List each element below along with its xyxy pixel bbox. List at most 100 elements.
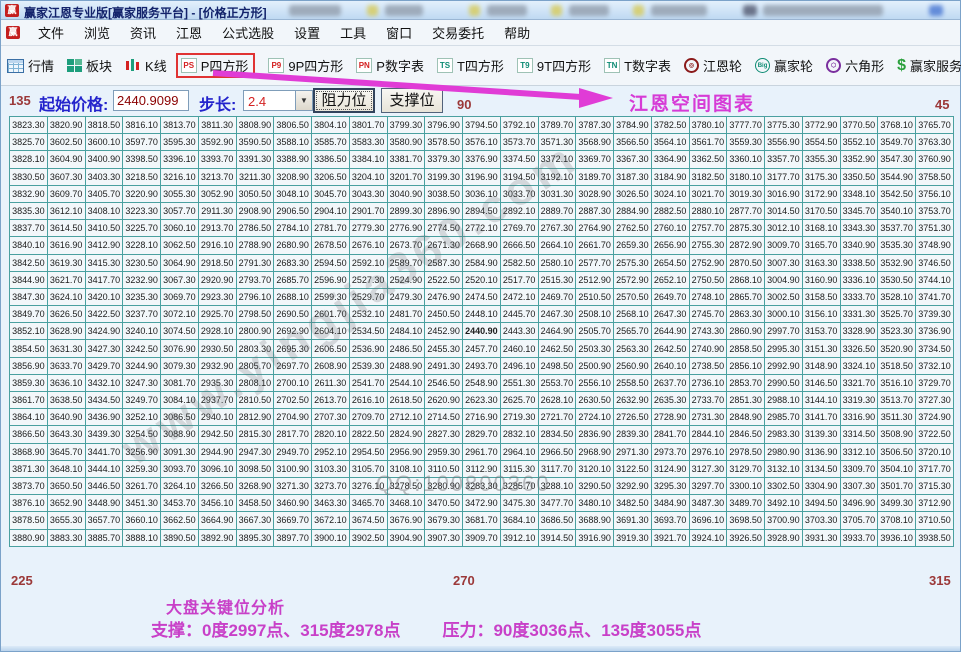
gann-cell: 2836.90 [576, 426, 614, 443]
toolbar-item-T9[interactable]: T99T四方形 [517, 56, 591, 75]
gann-cell: 3256.90 [123, 443, 161, 460]
step-dropdown[interactable]: 2.4 ▼ [243, 90, 313, 111]
toolbar-item-P9[interactable]: P99P四方形 [268, 56, 343, 75]
gann-cell: 2901.70 [349, 202, 387, 219]
blurred-taskbar-item [469, 5, 480, 16]
gann-cell: 3273.70 [312, 477, 350, 494]
gann-cell: 3609.70 [47, 185, 85, 202]
toolbar-item-TS[interactable]: TST四方形 [437, 56, 504, 75]
gann-cell: 3139.30 [802, 426, 840, 443]
gann-cell: 3499.30 [878, 495, 916, 512]
menu-item-1[interactable]: 浏览 [74, 19, 120, 46]
toolbar-item-wheel-teal[interactable]: Big赢家轮 [755, 56, 813, 75]
menu-item-8[interactable]: 交易委托 [422, 19, 494, 46]
toolbar-item-label: 行情 [28, 56, 54, 75]
toolbar-item-wheel-purple[interactable]: ⬡六角形 [826, 56, 884, 75]
support-button[interactable]: 支撑位 [381, 88, 443, 113]
title-bar: 赢 赢家江恩专业版[赢家服务平台] - [价格正方形] [1, 1, 960, 20]
gann-cell: 3288.10 [538, 477, 576, 494]
gann-cell: 3477.70 [538, 495, 576, 512]
gann-cell: 3333.70 [840, 288, 878, 305]
gann-cell: 3244.90 [123, 357, 161, 374]
gann-cell: 3902.50 [349, 529, 387, 546]
candles-icon [125, 58, 141, 73]
toolbar-item-dollar[interactable]: $赢家服务 [897, 56, 961, 75]
gann-cell: 3384.10 [349, 151, 387, 168]
toolbar-item-PN[interactable]: PNP数字表 [356, 56, 424, 75]
gann-cell: 3679.30 [425, 512, 463, 529]
menu-item-6[interactable]: 工具 [330, 19, 376, 46]
gann-cell: 2918.50 [198, 254, 236, 271]
gann-cell: 3084.10 [161, 392, 199, 409]
gann-cell: 3160.90 [802, 271, 840, 288]
gann-cell: 3403.30 [85, 168, 123, 185]
gann-cell: 2611.30 [312, 374, 350, 391]
menu-item-5[interactable]: 设置 [284, 19, 330, 46]
gann-cell: 3792.10 [500, 117, 538, 134]
chevron-down-icon[interactable]: ▼ [295, 91, 312, 110]
angle-label-315: 315 [929, 573, 951, 588]
gann-cell: 3532.90 [878, 254, 916, 271]
gann-cell: 3304.90 [802, 477, 840, 494]
gann-cell: 2752.90 [689, 254, 727, 271]
gann-cell: 2889.70 [538, 202, 576, 219]
gann-cell: 3657.70 [85, 512, 123, 529]
menu-item-4[interactable]: 公式选股 [212, 19, 284, 46]
gann-cell: 2846.50 [727, 426, 765, 443]
gann-cell: 2988.10 [765, 392, 803, 409]
gann-cell: 2664.10 [538, 237, 576, 254]
gann-cell: 3849.70 [10, 306, 48, 323]
gann-cell: 2630.50 [576, 392, 614, 409]
gann-cell: 3727.30 [916, 392, 954, 409]
gann-cell: 2625.70 [500, 392, 538, 409]
gann-cell: 3432.10 [85, 374, 123, 391]
menu-item-0[interactable]: 文件 [28, 19, 74, 46]
toolbar-item-table[interactable]: 行情 [7, 56, 54, 75]
gann-cell: 3328.90 [840, 323, 878, 340]
gann-cell: 3770.50 [840, 117, 878, 134]
resistance-button[interactable]: 阻力位 [313, 88, 375, 113]
gann-cell: 3144.10 [802, 392, 840, 409]
gann-cell: 3804.10 [312, 117, 350, 134]
menu-item-7[interactable]: 窗口 [376, 19, 422, 46]
toolbar-item-blocks[interactable]: 板块 [67, 56, 112, 75]
start-price-input[interactable] [113, 90, 189, 111]
gann-cell: 2515.30 [538, 271, 576, 288]
toolbar-item-PS[interactable]: PSP四方形 [176, 53, 256, 78]
toolbar-item-candles[interactable]: K线 [125, 56, 167, 75]
toolbar-item-label: K线 [145, 56, 167, 75]
menu-item-3[interactable]: 江恩 [166, 19, 212, 46]
gann-cell: 2673.70 [387, 237, 425, 254]
gann-cell: 2666.50 [500, 237, 538, 254]
gann-cell: 2481.70 [387, 306, 425, 323]
gann-cell: 3309.70 [840, 460, 878, 477]
gann-cell: 3079.30 [161, 357, 199, 374]
gann-cell: 3530.50 [878, 271, 916, 288]
gann-cell: 3825.70 [10, 134, 48, 151]
gann-cell: 3007.30 [765, 254, 803, 271]
gann-cell: 3451.30 [123, 495, 161, 512]
gann-cell: 3504.10 [878, 460, 916, 477]
gann-cell: 3343.30 [840, 220, 878, 237]
gann-cell: 2445.70 [500, 306, 538, 323]
toolbar-item-TN[interactable]: TNT数字表 [604, 56, 671, 75]
gann-cell: 2800.90 [236, 323, 274, 340]
toolbar-item-wheel-red[interactable]: ◎江恩轮 [684, 56, 742, 75]
gann-cell: 3168.10 [802, 220, 840, 237]
gann-cell: 3232.90 [123, 271, 161, 288]
gann-cell: 2568.10 [614, 306, 652, 323]
gann-cell: 3439.30 [85, 426, 123, 443]
gann-cell: 3547.30 [878, 151, 916, 168]
gann-cell: 3357.70 [765, 151, 803, 168]
menu-bar: 赢 文件浏览资讯江恩公式选股设置工具窗口交易委托帮助 [1, 20, 960, 46]
menu-item-2[interactable]: 资讯 [120, 19, 166, 46]
gann-cell: 3470.50 [425, 495, 463, 512]
gann-cell: 2680.90 [274, 237, 312, 254]
menu-item-9[interactable]: 帮助 [494, 19, 540, 46]
gann-cell: 2620.90 [425, 392, 463, 409]
gann-cell: 3638.50 [47, 392, 85, 409]
gann-cell: 3564.10 [651, 134, 689, 151]
gann-cell: 3408.10 [85, 202, 123, 219]
gann-cell: 3878.50 [10, 512, 48, 529]
gann-cell: 3866.50 [10, 426, 48, 443]
